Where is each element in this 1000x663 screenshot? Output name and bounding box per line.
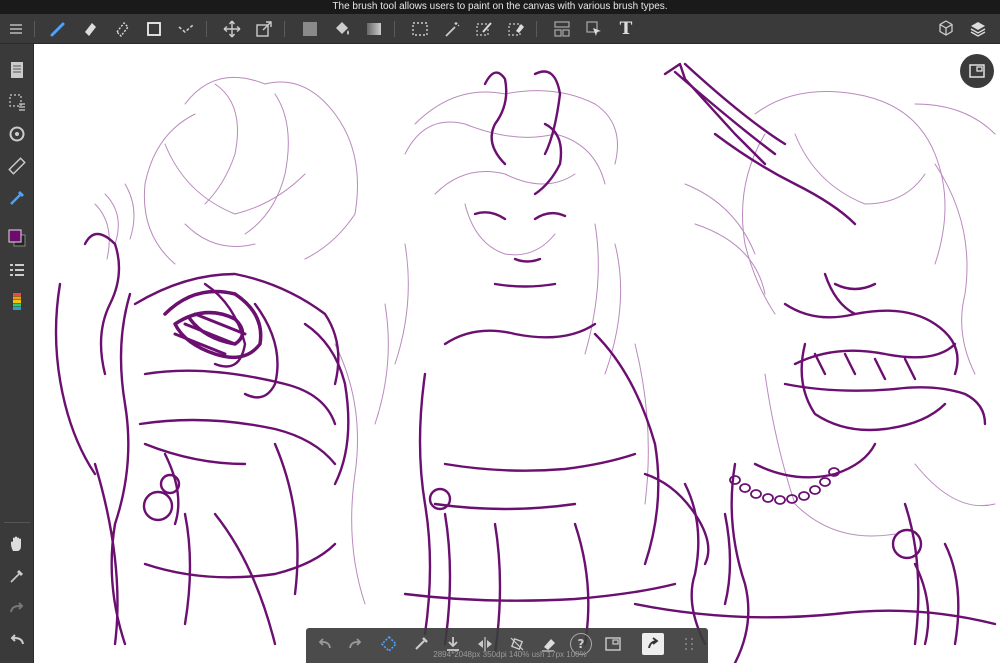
undo-icon[interactable]	[314, 633, 336, 655]
canvas-status-text: 2894*2048px 350dpi 140% ush 17px 100%	[433, 650, 587, 659]
layer-list-icon[interactable]	[5, 258, 29, 282]
select-eraser-icon[interactable]	[504, 17, 528, 41]
share-icon[interactable]	[642, 633, 664, 655]
rotate-icon[interactable]	[5, 122, 29, 146]
layers-icon[interactable]	[966, 17, 990, 41]
layout-icon[interactable]	[550, 17, 574, 41]
tooltip: The brush tool allows users to paint on …	[0, 0, 1000, 14]
grid-icon[interactable]	[678, 633, 700, 655]
text-icon[interactable]: T	[614, 17, 638, 41]
eraser-icon[interactable]	[78, 17, 102, 41]
color-swatch-icon[interactable]	[5, 226, 29, 250]
select-rect-icon[interactable]	[408, 17, 432, 41]
move-icon[interactable]	[220, 17, 244, 41]
select-pen-icon[interactable]	[472, 17, 496, 41]
toolbar-divider	[284, 21, 285, 37]
palette-icon[interactable]	[5, 290, 29, 314]
3d-icon[interactable]	[934, 17, 958, 41]
left-sidebar	[0, 44, 34, 663]
navigator-button[interactable]	[960, 54, 994, 88]
blur-icon[interactable]	[110, 17, 134, 41]
shape-icon[interactable]	[142, 17, 166, 41]
toolbar-divider	[34, 21, 35, 37]
eyedropper-icon[interactable]	[5, 564, 29, 588]
sidebar-divider	[4, 522, 30, 523]
ruler-icon[interactable]	[5, 154, 29, 178]
redo-icon[interactable]	[344, 633, 366, 655]
hand-icon[interactable]	[5, 532, 29, 556]
brush-icon[interactable]	[46, 17, 70, 41]
navigator-icon	[969, 64, 985, 78]
undo-icon[interactable]	[5, 628, 29, 652]
sketch-artwork	[54, 62, 997, 663]
transform-icon[interactable]	[378, 633, 400, 655]
layer-doc-icon[interactable]	[5, 58, 29, 82]
toolbar-divider	[394, 21, 395, 37]
bucket-icon[interactable]	[330, 17, 354, 41]
toolbar-divider	[536, 21, 537, 37]
menu-icon[interactable]	[4, 17, 28, 41]
selection-icon[interactable]	[5, 90, 29, 114]
transform-icon[interactable]	[252, 17, 276, 41]
magic-wand-icon[interactable]	[440, 17, 464, 41]
fill-square-icon[interactable]	[298, 17, 322, 41]
select-cursor-icon[interactable]	[582, 17, 606, 41]
top-toolbar: T	[0, 14, 1000, 44]
line-icon[interactable]	[174, 17, 198, 41]
toolbar-divider	[206, 21, 207, 37]
drawing-canvas[interactable]	[35, 44, 1000, 663]
eyedropper-blue-icon[interactable]	[5, 186, 29, 210]
gradient-icon[interactable]	[362, 17, 386, 41]
redo-icon[interactable]	[5, 596, 29, 620]
